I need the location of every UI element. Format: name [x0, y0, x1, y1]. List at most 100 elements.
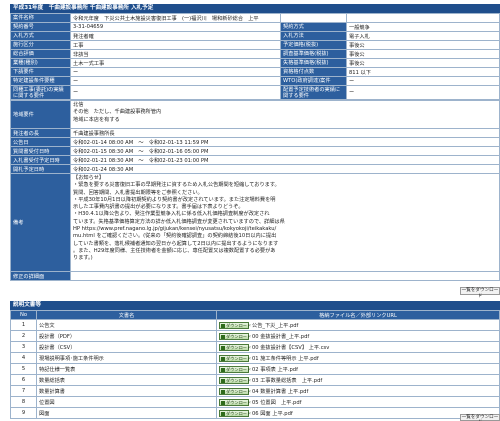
info-label-2: 資格格付点数: [280, 67, 347, 77]
info-value-2: 811 以下: [346, 67, 500, 77]
correction-value: [70, 271, 500, 281]
table-row: 7 数量計算書 ダウンロード04 数量計算書 上平.pdf: [10, 385, 500, 397]
detail-row: 開札予定日時 令和02-01-24 08:30 AM: [10, 164, 500, 174]
info-label: 契約番号: [10, 22, 71, 32]
info-label: 同種工事(委託)の実績に関する要件: [10, 85, 71, 100]
download-label: ダウンロード: [226, 355, 252, 361]
page: 平成31年度 千曲建設事務所 千曲建設事務所 入札予定 案件名称 令和元年度 下災…: [10, 4, 500, 419]
doc-file-link[interactable]: 01 施工条件等明示 上平.pdf: [252, 356, 319, 362]
info-row: 同種工事(委託)の実績に関する要件ー配置予定技術者の実績に関する要件ー: [10, 85, 500, 100]
detail-value: 令和02-01-24 08:30 AM: [70, 164, 500, 174]
download-icon: [221, 356, 225, 361]
doc-file-link[interactable]: 00 金抜設計書【CSV】 上平.csv: [252, 345, 329, 351]
download-icon: [221, 411, 225, 416]
doc-name: 設計書（CSV）: [36, 341, 217, 353]
doc-name: 位置図: [36, 396, 217, 408]
download-button[interactable]: ダウンロード: [219, 398, 252, 406]
info-value: 土木一式工事: [70, 58, 281, 68]
info-value-2: 事後公: [346, 40, 500, 50]
doc-file-link[interactable]: 00 金抜設計書_上平.pdf: [252, 334, 309, 340]
info-label-2: 配置予定技術者の実績に関する要件: [280, 85, 347, 100]
download-label: ダウンロード: [226, 366, 252, 372]
info-label: 入札方式: [10, 31, 71, 41]
info-value: 非該当: [70, 49, 281, 59]
info-row: 下請要件ー資格格付点数 811 以下: [10, 67, 500, 77]
info-row: 案件名称 令和元年度 下災公共土木施設災害復旧工事 (一)福沢川 場和新砂総合 上…: [10, 13, 500, 23]
download-button[interactable]: ダウンロード: [219, 376, 252, 384]
detail-row: 公告日 令和02-01-14 08:00 AM ～ 令和02-01-13 11:5…: [10, 137, 500, 147]
detail-row: 入札書受付予定日時 令和02-01-21 08:30 AM ～ 令和02-01-2…: [10, 155, 500, 165]
download-button[interactable]: ダウンロード: [219, 332, 252, 340]
detail-value: 千曲建設事務所長: [70, 128, 500, 138]
bottom-list-download-button[interactable]: 一覧をダウンロード: [460, 414, 500, 421]
doc-name: 特記仕様一覧表: [36, 363, 217, 375]
remarks-line: ります。): [73, 255, 93, 262]
doc-no: 6: [10, 374, 37, 386]
download-label: ダウンロード: [226, 388, 252, 394]
doc-file-link[interactable]: 05 位置図 上平.pdf: [252, 400, 301, 406]
doc-name: 公告文: [36, 319, 217, 331]
page-title: 平成31年度 千曲建設事務所 千曲建設事務所 入札予定: [10, 4, 500, 13]
table-row: 5 特記仕様一覧表 ダウンロード02 事項表 上平.pdf: [10, 363, 500, 375]
doc-file-link[interactable]: 06 図面 上平.pdf: [252, 411, 293, 417]
list-download-button[interactable]: 一覧をダウンロード: [460, 287, 500, 299]
info-label-2: 失格基準価格(税抜): [280, 58, 347, 68]
doc-file-link[interactable]: 02 事項表 上平.pdf: [252, 367, 298, 373]
doc-file-cell: ダウンロード02 事項表 上平.pdf: [216, 363, 500, 375]
download-button[interactable]: ダウンロード: [219, 387, 252, 395]
list-button-row: 一覧をダウンロード: [10, 281, 500, 299]
remarks-value: 【お知らせ】 ・緊急を要する災害復旧工事の早期発注に資するため入札公告期間を短縮し…: [70, 173, 500, 272]
doc-no: 1: [10, 319, 37, 331]
region-value: 北信 その他 ただし、千曲建設事務所管内 地域に本店を有する: [70, 100, 500, 129]
download-button[interactable]: ダウンロード: [219, 365, 252, 373]
detail-table: 地域要件 北信 その他 ただし、千曲建設事務所管内 地域に本店を有する 発注者の…: [10, 100, 500, 281]
doc-file-link[interactable]: 公告_下災_上平.pdf: [252, 323, 298, 329]
detail-label: 質問書受付日時: [10, 146, 71, 156]
download-button[interactable]: ダウンロード: [219, 354, 252, 362]
doc-name: 数量総括表: [36, 374, 217, 386]
info-row: 総合評価 非該当 調査基準価格(税抜) 事後公: [10, 49, 500, 59]
detail-label: 開札予定日時: [10, 164, 71, 174]
info-row: 特定建設条件要種ー WTO(政府調達)案件ー: [10, 76, 500, 86]
doc-no: 8: [10, 396, 37, 408]
doc-file-cell: ダウンロード00 金抜設計書_上平.pdf: [216, 330, 500, 342]
doc-name: 設計書（PDF）: [36, 330, 217, 342]
doc-file-cell: ダウンロード01 施工条件等明示 上平.pdf: [216, 352, 500, 364]
info-table: 案件名称 令和元年度 下災公共土木施設災害復旧工事 (一)福沢川 場和新砂総合 上…: [10, 13, 500, 100]
download-button[interactable]: ダウンロード: [219, 343, 251, 351]
doc-file-link[interactable]: 03 工事数量総括表 上平.pdf: [252, 378, 322, 384]
doc-file-cell: ダウンロード04 数量計算書 上平.pdf: [216, 385, 500, 397]
docs-section-title: 説明文書等: [10, 301, 500, 310]
info-value-2: 事後公: [346, 49, 500, 59]
info-label: 総合評価: [10, 49, 71, 59]
table-row: 4 現場説明事項･施工条件明示 ダウンロード01 施工条件等明示 上平.pdf: [10, 352, 500, 364]
remarks-line: ・緊急を要する災害復旧工事の早期発注に資するため入札公告期間を短縮しております。: [73, 182, 280, 189]
download-button[interactable]: ダウンロード: [219, 321, 251, 329]
doc-no: 9: [10, 407, 37, 419]
download-label: ダウンロード: [226, 399, 252, 405]
table-row: 1 公告文 ダウンロード公告_下災_上平.pdf: [10, 319, 500, 331]
doc-name: 現場説明事項･施工条件明示: [36, 352, 217, 364]
region-line: 地域に本店を有する: [73, 116, 120, 123]
info-label-2: WTO(政府調達)案件: [280, 76, 347, 86]
remarks-line: していた書類を、落札候補者通知の翌日から起算して2日以内に提出するようになります: [73, 240, 279, 247]
download-label: ダウンロード: [226, 333, 252, 339]
doc-file-link[interactable]: 04 数量計算書 上平.pdf: [252, 389, 308, 395]
region-label: 地域要件: [10, 100, 71, 129]
detail-value: 令和02-01-15 08:30 AM ～ 令和02-01-16 05:00 P…: [70, 146, 500, 156]
info-value: 令和元年度 下災公共土木施設災害復旧工事 (一)福沢川 場和新砂総合 上平: [70, 13, 281, 23]
info-label: 下請要件: [10, 67, 71, 77]
info-label: 特定建設条件要種: [10, 76, 71, 86]
download-label: ダウンロード: [226, 377, 252, 383]
download-button[interactable]: ダウンロード: [219, 409, 252, 417]
info-value: ー: [70, 67, 281, 77]
info-value: ー: [70, 85, 281, 100]
download-label: ダウンロード: [226, 410, 252, 416]
remarks-line: 質問、回答期間、入札書提出期限等をご参照ください。: [73, 189, 203, 196]
detail-label: 入札書受付予定日時: [10, 155, 71, 165]
info-value-2: 一般競争: [346, 22, 500, 32]
doc-no: 7: [10, 385, 37, 397]
info-row: 施行区分 工事 予定価格(税抜) 事後公: [10, 40, 500, 50]
docs-table: No 文書名 格納ファイル名／外部リンクURL 1 公告文 ダウンロード公告_下災_…: [10, 310, 500, 419]
col-header-no: No: [10, 310, 37, 320]
